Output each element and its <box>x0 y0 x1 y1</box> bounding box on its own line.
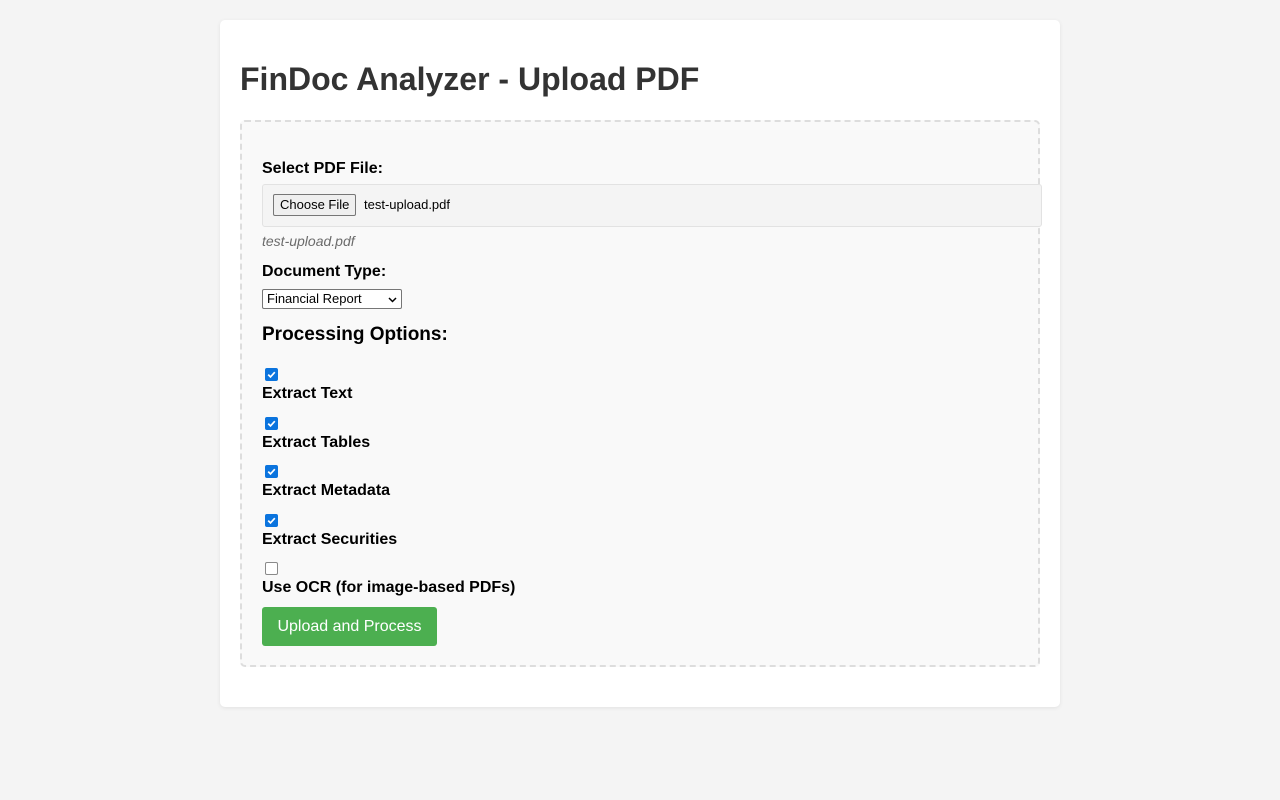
upload-card: FinDoc Analyzer - Upload PDF Select PDF … <box>220 20 1060 707</box>
use-ocr-checkbox[interactable] <box>265 562 278 575</box>
check-icon <box>267 371 276 379</box>
check-icon <box>267 517 276 525</box>
upload-and-process-button[interactable]: Upload and Process <box>262 607 437 646</box>
file-name-hint: test-upload.pdf <box>262 233 355 249</box>
document-type-select[interactable]: Financial Report <box>262 289 402 309</box>
extract-text-label: Extract Text <box>262 385 353 402</box>
selected-file-name: test-upload.pdf <box>364 197 451 212</box>
extract-tables-label: Extract Tables <box>262 434 371 451</box>
chevron-down-icon <box>388 297 397 303</box>
extract-text-checkbox[interactable] <box>265 368 278 381</box>
processing-options-heading: Processing Options: <box>262 324 448 345</box>
file-input-container: Choose File test-upload.pdf <box>262 184 1042 227</box>
document-type-value: Financial Report <box>267 291 362 306</box>
extract-securities-checkbox[interactable] <box>265 514 278 527</box>
extract-securities-label: Extract Securities <box>262 531 398 548</box>
file-input-label: Select PDF File: <box>262 160 383 177</box>
use-ocr-label: Use OCR (for image-based PDFs) <box>262 579 516 596</box>
upload-form: Select PDF File: Choose File test-upload… <box>240 120 1042 667</box>
check-icon <box>267 468 276 476</box>
page-title: FinDoc Analyzer - Upload PDF <box>240 61 700 97</box>
extract-metadata-label: Extract Metadata <box>262 482 391 499</box>
extract-metadata-checkbox[interactable] <box>265 465 278 478</box>
document-type-label: Document Type: <box>262 263 387 280</box>
choose-file-button[interactable]: Choose File <box>273 194 357 216</box>
extract-tables-checkbox[interactable] <box>265 417 278 430</box>
check-icon <box>267 420 276 428</box>
